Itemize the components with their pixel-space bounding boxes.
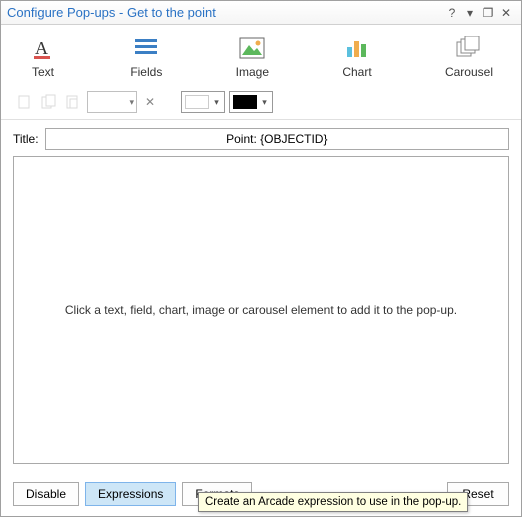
titlebar: Configure Pop-ups - Get to the point ? ▾… [1,1,521,25]
svg-text:A: A [35,38,48,58]
copy-icon [39,92,59,112]
help-button[interactable]: ? [443,4,461,22]
chevron-down-icon: ▾ [257,97,272,108]
window-title: Configure Pop-ups - Get to the point [7,5,443,20]
chart-label: Chart [342,65,371,79]
fill-swatch [185,95,209,109]
title-label: Title: [13,132,39,146]
chart-icon [343,35,371,61]
popup-canvas[interactable]: Click a text, field, chart, image or car… [13,156,509,464]
menu-dropdown-button[interactable]: ▾ [461,4,479,22]
disable-button[interactable]: Disable [13,482,79,506]
carousel-label: Carousel [445,65,493,79]
add-text-button[interactable]: A Text [29,35,57,79]
title-input[interactable] [45,128,509,150]
fields-icon [132,35,160,61]
element-toolbar: A Text Fields Image Chart Carou [1,25,521,85]
text-icon: A [29,35,57,61]
fill-color-picker[interactable]: ▾ [181,91,225,113]
close-button[interactable]: ✕ [497,4,515,22]
element-selector[interactable]: ▾ [87,91,137,113]
insert-icon [15,92,35,112]
add-image-button[interactable]: Image [236,35,269,79]
expressions-button[interactable]: Expressions [85,482,176,506]
image-icon [238,35,266,61]
edit-toolbar: ▾ ✕ ▾ ▾ [1,85,521,120]
text-label: Text [32,65,54,79]
stroke-swatch [233,95,257,109]
image-label: Image [236,65,269,79]
chevron-down-icon: ▾ [209,97,224,108]
add-carousel-button[interactable]: Carousel [445,35,493,79]
content-area: Title: Click a text, field, chart, image… [1,120,521,474]
restore-button[interactable]: ❐ [479,4,497,22]
paste-icon [63,92,83,112]
configure-popups-window: Configure Pop-ups - Get to the point ? ▾… [0,0,522,517]
stroke-color-picker[interactable]: ▾ [229,91,273,113]
fields-label: Fields [130,65,162,79]
canvas-placeholder: Click a text, field, chart, image or car… [65,303,457,317]
delete-icon: ✕ [141,93,159,111]
add-fields-button[interactable]: Fields [130,35,162,79]
add-chart-button[interactable]: Chart [342,35,371,79]
carousel-icon [455,35,483,61]
expressions-tooltip: Create an Arcade expression to use in th… [198,492,468,512]
title-row: Title: [13,128,509,150]
